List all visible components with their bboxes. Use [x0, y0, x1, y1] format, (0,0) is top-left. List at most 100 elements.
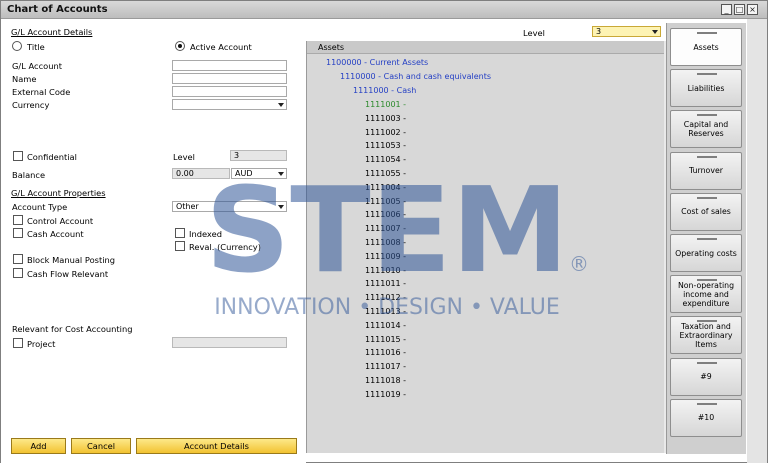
balance-value: 0.00 — [176, 169, 194, 178]
title-bar[interactable]: Chart of Accounts _ □ × — [1, 1, 767, 19]
tree-account-item[interactable]: 1111007 - — [365, 224, 406, 233]
drawer-grip-icon — [697, 361, 717, 364]
top-level-value: 3 — [596, 27, 602, 36]
confidential-checkbox[interactable] — [13, 151, 23, 161]
tree-node-cash[interactable]: 1111000 - Cash — [353, 86, 416, 95]
cash-account-checkbox[interactable] — [13, 228, 23, 238]
tree-account-item[interactable]: 1111001 - — [365, 100, 406, 109]
tree-account-item[interactable]: 1111006 - — [365, 210, 406, 219]
chevron-down-icon — [278, 205, 284, 209]
account-type-label: Account Type — [12, 202, 68, 212]
drawer-tab-label: #10 — [697, 413, 715, 423]
close-icon[interactable]: × — [747, 4, 758, 15]
tree-account-item[interactable]: 1111011 - — [365, 279, 406, 288]
block-manual-posting-checkbox[interactable] — [13, 254, 23, 264]
minimize-icon[interactable]: _ — [721, 4, 732, 15]
category-drawers: Assets Liabilities Capital and Reserves Tur… — [666, 23, 746, 454]
active-account-radio[interactable] — [175, 41, 185, 51]
project-checkbox[interactable] — [13, 338, 23, 348]
drawer-tab[interactable]: Assets — [670, 28, 742, 66]
tree-account-item[interactable]: 1111054 - — [365, 155, 406, 164]
chevron-down-icon — [278, 103, 284, 107]
add-button[interactable]: Add — [11, 438, 66, 454]
tree-node-current-assets[interactable]: 1100000 - Current Assets — [326, 58, 428, 67]
drawer-tab-label: Operating costs — [675, 248, 737, 258]
drawer-tab[interactable]: Operating costs — [670, 234, 742, 272]
tree-account-item[interactable]: 1111005 - — [365, 197, 406, 206]
tree-account-item[interactable]: 1111014 - — [365, 321, 406, 330]
external-code-input[interactable] — [172, 86, 287, 97]
account-type-select[interactable]: Other — [172, 201, 287, 212]
block-manual-posting-label: Block Manual Posting — [27, 255, 116, 265]
tree-account-item[interactable]: 1111055 - — [365, 169, 406, 178]
tree-account-item[interactable]: 1111002 - — [365, 128, 406, 137]
drawer-tab-label: Capital and Reserves — [683, 120, 729, 139]
balance-field: 0.00 — [172, 168, 230, 179]
cash-flow-relevant-label: Cash Flow Relevant — [27, 269, 109, 279]
drawer-tab[interactable]: #9 — [670, 357, 742, 396]
cost-accounting-label: Relevant for Cost Accounting — [12, 324, 133, 334]
account-details-button[interactable]: Account Details — [136, 438, 297, 454]
drawer-tab-label: Taxation and Extraordinary Items — [679, 321, 733, 349]
tree-account-item[interactable]: 1111004 - — [365, 183, 406, 192]
drawer-tab[interactable]: #10 — [670, 398, 742, 437]
tree-root-label: Assets — [318, 43, 345, 52]
drawer-tab-label: Cost of sales — [681, 207, 731, 217]
active-account-radio-label: Active Account — [190, 42, 252, 52]
top-level-select[interactable]: 3 — [592, 26, 661, 37]
tree-account-item[interactable]: 1111016 - — [365, 348, 406, 357]
reval-currency-checkbox[interactable] — [175, 241, 185, 251]
balance-currency-value: AUD — [235, 169, 253, 178]
title-radio-label: Title — [27, 42, 45, 52]
drawer-grip-icon — [697, 155, 717, 158]
tree-account-item[interactable]: 1111009 - — [365, 252, 406, 261]
tree-account-item[interactable]: 1111013 - — [365, 307, 406, 316]
name-input[interactable] — [172, 73, 287, 84]
drawer-grip-icon — [697, 196, 717, 199]
drawer-tab[interactable]: Non-operating income and expenditure — [670, 275, 742, 314]
tree-account-item[interactable]: 1111017 - — [365, 362, 406, 371]
drawer-grip-icon — [697, 73, 717, 76]
control-account-checkbox[interactable] — [13, 215, 23, 225]
drawer-tab[interactable]: Turnover — [670, 151, 742, 190]
drawer-grip-icon — [697, 114, 717, 117]
control-account-label: Control Account — [27, 216, 94, 226]
indexed-checkbox[interactable] — [175, 228, 185, 238]
name-label: Name — [12, 74, 37, 84]
drawer-tab[interactable]: Cost of sales — [670, 192, 742, 231]
drawer-tab-label: Non-operating income and expenditure — [677, 280, 735, 308]
drawer-tab[interactable]: Taxation and Extraordinary Items — [670, 316, 742, 355]
restore-icon[interactable]: □ — [734, 4, 745, 15]
top-level-label: Level — [523, 28, 545, 38]
project-field — [172, 337, 287, 348]
tree-account-item[interactable]: 1111010 - — [365, 266, 406, 275]
title-radio[interactable] — [12, 41, 22, 51]
tree-account-item[interactable]: 1111003 - — [365, 114, 406, 123]
drawer-tab[interactable]: Liabilities — [670, 69, 742, 108]
balance-label: Balance — [12, 170, 46, 180]
drawer-grip-icon — [697, 238, 717, 240]
tree-account-item[interactable]: 1111012 - — [365, 293, 406, 302]
window-title: Chart of Accounts — [7, 4, 108, 15]
tree-node-cash-equivalents[interactable]: 1110000 - Cash and cash equivalents — [340, 72, 491, 81]
tree-account-item[interactable]: 1111015 - — [365, 335, 406, 344]
tree-account-item[interactable]: 1111019 - — [365, 390, 406, 399]
drawer-tab[interactable]: Capital and Reserves — [670, 110, 742, 149]
project-label: Project — [27, 339, 56, 349]
gl-account-input[interactable] — [172, 60, 287, 71]
currency-label: Currency — [12, 100, 50, 110]
drawer-tab-label: Liabilities — [687, 83, 725, 93]
tree-account-item[interactable]: 1111053 - — [365, 141, 406, 150]
gl-account-label: G/L Account — [12, 61, 62, 71]
drawer-grip-icon — [697, 320, 717, 323]
balance-currency-select[interactable]: AUD — [231, 168, 287, 179]
tree-account-item[interactable]: 1111008 - — [365, 238, 406, 247]
currency-select[interactable] — [172, 99, 287, 110]
account-details-panel: G/L Account Details Title Active Account… — [1, 19, 306, 463]
tree-account-item[interactable]: 1111018 - — [365, 376, 406, 385]
confidential-label: Confidential — [27, 152, 77, 162]
cancel-button[interactable]: Cancel — [71, 438, 131, 454]
accounts-tree[interactable]: Assets 1100000 - Current Assets 1110000 … — [306, 41, 665, 453]
cash-flow-relevant-checkbox[interactable] — [13, 268, 23, 278]
reval-currency-label: Reval. (Currency) — [189, 242, 261, 252]
